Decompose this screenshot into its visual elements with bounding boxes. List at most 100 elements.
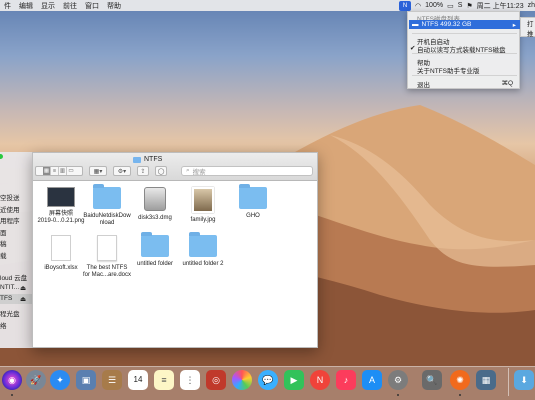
facetime-icon[interactable]: ▶ <box>284 370 304 390</box>
menu-divider <box>412 75 517 76</box>
downloads-stack-icon[interactable]: ⬇ <box>514 370 534 390</box>
file-item[interactable]: BaiduNetdiskDow nload <box>83 184 131 227</box>
preview-photos-icon[interactable]: ▣ <box>76 370 96 390</box>
sidebar-item-documents[interactable]: 稿 <box>0 238 7 248</box>
image-capture-icon[interactable]: ▦ <box>476 370 496 390</box>
menubar-user[interactable]: zh <box>528 2 535 9</box>
menu-window[interactable]: 窗口 <box>81 1 103 11</box>
file-item[interactable]: family.jpg <box>179 187 227 224</box>
sidebar-item-ntit[interactable]: NTIT... <box>0 284 19 291</box>
flag-icon[interactable]: ⚑ <box>466 2 472 10</box>
menu-go[interactable]: 前往 <box>59 1 81 11</box>
photo-booth-icon[interactable]: ◎ <box>206 370 226 390</box>
reminders-icon[interactable]: ⋮ <box>180 370 200 390</box>
sidebar-item-icloud[interactable]: loud 云盘 <box>0 272 27 282</box>
file-item[interactable]: untitled folder 2 <box>179 232 227 268</box>
sidebar-item-desktop[interactable]: 面 <box>0 227 7 237</box>
gear-icon: ⚙▾ <box>117 168 127 175</box>
sidebar-item-applications[interactable]: 用程序 <box>0 215 20 225</box>
file-name: BaiduNetdiskDow nload <box>83 213 131 226</box>
menu-edit[interactable]: 编辑 <box>15 1 37 11</box>
file-name: untitled folder <box>136 261 174 267</box>
window-title-text: NTFS <box>144 156 163 163</box>
view-mode-control[interactable]: ▦ ≡ ▥ ▭ <box>35 166 83 176</box>
file-item[interactable]: disk3s3.dmg <box>131 187 179 222</box>
file-name: iBoysoft.xlsx <box>44 265 78 271</box>
ntfs-dropdown-menu: NTFS磁盘列表 ▬ NTFS 499.32 GB ▸ 开机自启动 ✔ 自动以读… <box>407 11 520 89</box>
tags-button[interactable]: ◯ <box>155 166 167 176</box>
icon-view-icon[interactable]: ▦ <box>43 167 51 175</box>
zoom-button-icon[interactable] <box>0 154 3 159</box>
folder-icon <box>189 232 217 257</box>
file-name: disk3s3.dmg <box>138 215 172 221</box>
menu-file[interactable]: 件 <box>0 1 15 11</box>
disk-item-ntfs[interactable]: ▬ NTFS 499.32 GB ▸ <box>409 20 520 29</box>
sidebar-item-recents[interactable]: 近使用 <box>0 204 20 214</box>
sidebar-item-downloads[interactable]: 载 <box>0 250 7 260</box>
group-button[interactable]: ▦▾ <box>89 166 107 176</box>
file-name: untitled folder 2 <box>182 261 224 267</box>
action-button[interactable]: ⚙▾ <box>113 166 131 176</box>
safari-icon[interactable]: ✦ <box>50 370 70 390</box>
spreadsheet-file-icon <box>51 235 71 261</box>
photos-icon[interactable] <box>232 370 252 390</box>
news-icon[interactable]: N <box>310 370 330 390</box>
dock-separator <box>508 368 509 396</box>
search-icon: ⌕ <box>186 167 190 174</box>
notes-icon[interactable]: ≡ <box>154 370 174 390</box>
finder-window: NTFS ▦ ≡ ▥ ▭ ▦▾ ⚙▾ ⇪ ◯ ⌕ 搜索 屏幕快照 2019-0.… <box>32 152 318 348</box>
dmg-disk-image-icon <box>144 187 166 211</box>
menu-view[interactable]: 显示 <box>37 1 59 11</box>
sidebar-item-network[interactable]: 络 <box>0 320 7 330</box>
music-icon[interactable]: ♪ <box>336 370 356 390</box>
calendar-icon[interactable]: 14 <box>128 370 148 390</box>
sidebar-item-remote-disc[interactable]: 程光盘 <box>0 308 20 318</box>
file-name: family.jpg <box>190 217 216 223</box>
eject-icon[interactable]: ⏏ <box>20 295 26 303</box>
calendar-day: 14 <box>133 375 143 384</box>
menu-bar: 件 编辑 显示 前往 窗口 帮助 N ◠ 100% ▭ S ⚑ 周二 上午11:… <box>0 0 535 11</box>
menubar-clock[interactable]: 周二 上午11:23 <box>477 1 524 11</box>
system-preferences-icon[interactable]: ⚙ <box>388 370 408 390</box>
preview-icon[interactable]: 🔍 <box>422 370 442 390</box>
checkmark-icon: ✔ <box>410 45 416 52</box>
eject-icon[interactable]: ⏏ <box>20 284 26 292</box>
file-item[interactable]: untitled folder <box>131 232 179 268</box>
quit-item[interactable]: 退出 <box>417 79 430 89</box>
contacts-icon[interactable]: ☰ <box>102 370 122 390</box>
quit-shortcut: ⌘Q <box>501 80 513 87</box>
file-item[interactable]: GHO <box>229 184 277 220</box>
file-item[interactable]: 屏幕快照 2019-0...0.21.png <box>37 187 85 225</box>
menu-help[interactable]: 帮助 <box>103 1 125 11</box>
disk-submenu: 打 推 <box>520 17 535 38</box>
gallery-view-icon[interactable]: ▭ <box>67 167 75 175</box>
tag-icon: ◯ <box>157 168 165 175</box>
submenu-open-item[interactable]: 打 <box>527 18 535 28</box>
file-name: GHO <box>246 213 260 219</box>
about-item[interactable]: 关于NTFS助手专业版 <box>417 65 479 75</box>
finder-titlebar: NTFS ▦ ≡ ▥ ▭ ▦▾ ⚙▾ ⇪ ◯ ⌕ 搜索 <box>33 153 317 181</box>
window-title: NTFS <box>133 156 162 163</box>
ntfs-assistant-icon[interactable]: ✺ <box>450 370 470 390</box>
finder-sidebar: 空投送 近使用 用程序 面 稿 载 loud 云盘 NTIT... ⏏ TFS … <box>0 152 32 348</box>
ntfs-menubar-icon[interactable]: N <box>399 0 412 11</box>
wifi-icon[interactable]: ◠ <box>415 2 421 10</box>
photo-thumbnail-icon <box>192 187 214 213</box>
file-item[interactable]: The best NTFS for Mac...are.docx <box>83 235 131 279</box>
list-view-icon[interactable]: ≡ <box>51 167 59 175</box>
sidebar-item-airdrop[interactable]: 空投送 <box>0 192 20 202</box>
messages-icon[interactable]: 💬 <box>258 370 278 390</box>
siri-icon[interactable]: ◉ <box>2 370 22 390</box>
launchpad-icon[interactable]: 🚀 <box>26 370 46 390</box>
column-view-icon[interactable]: ▥ <box>59 167 67 175</box>
search-field[interactable]: ⌕ 搜索 <box>181 166 313 176</box>
share-button[interactable]: ⇪ <box>137 166 149 176</box>
folder-icon <box>133 156 141 163</box>
app-store-icon[interactable]: A <box>362 370 382 390</box>
battery-percent[interactable]: 100% <box>425 2 443 9</box>
submenu-eject-item[interactable]: 推 <box>527 28 535 38</box>
file-item[interactable]: iBoysoft.xlsx <box>37 235 85 272</box>
battery-icon[interactable]: ▭ <box>447 2 454 10</box>
input-source-icon[interactable]: S <box>458 2 463 9</box>
sidebar-item-ntfs[interactable]: TFS <box>0 295 12 302</box>
